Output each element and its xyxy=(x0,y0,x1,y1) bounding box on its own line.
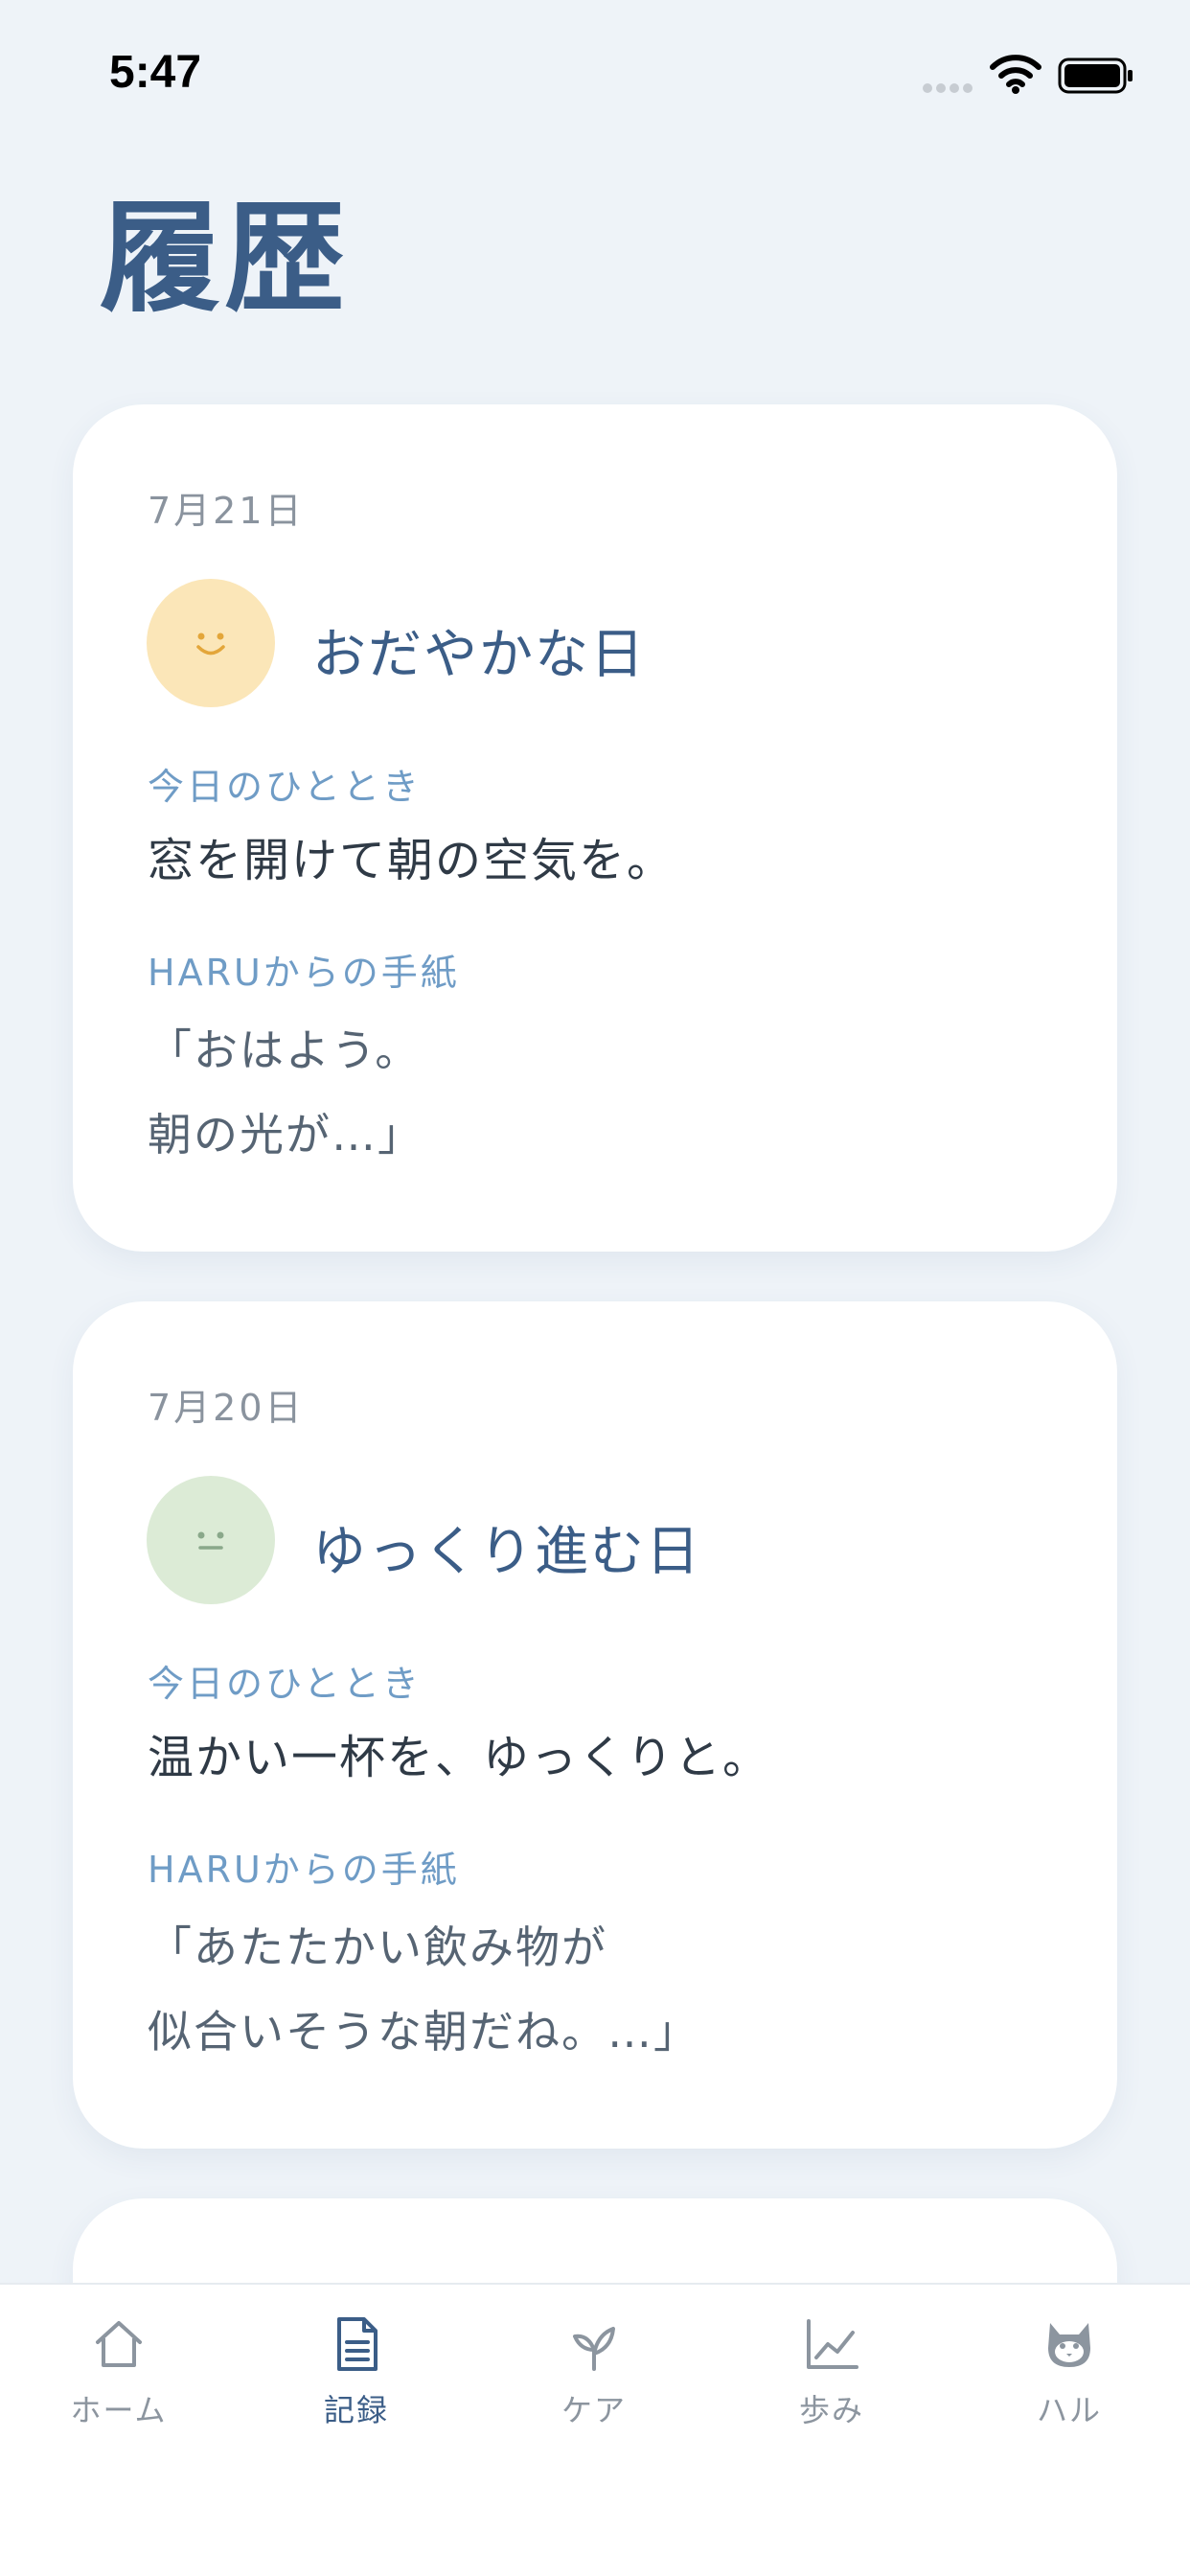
chart-line-icon xyxy=(807,2319,858,2369)
tab-bar: ホーム 記録 ケア 歩み ハル xyxy=(0,2283,1190,2576)
tab-haru[interactable]: ハル xyxy=(993,2315,1146,2440)
letter-line: 「あたたかい飲み物が xyxy=(148,1921,607,1973)
tab-label: ケア xyxy=(561,2392,627,2428)
moment-label: 今日のひととき xyxy=(148,766,422,808)
smile-face-icon xyxy=(196,632,225,656)
mood-badge xyxy=(147,579,275,707)
history-entry-card[interactable]: 7月21日 おだやかな日 今日のひととき 窓を開けて朝の空気を。 HARUからの… xyxy=(73,404,1117,1252)
mood-title: おだやかな日 xyxy=(312,624,646,686)
tab-label: ホーム xyxy=(70,2392,168,2428)
letter-label: HARUからの手紙 xyxy=(148,952,460,994)
letter-line: 似合いそうな朝だね。…」 xyxy=(148,2006,699,2058)
letter-line: 「おはよう。 xyxy=(148,1024,422,1076)
tab-label: ハル xyxy=(1036,2392,1102,2428)
tab-label: 記録 xyxy=(323,2392,389,2428)
tab-records[interactable]: 記録 xyxy=(280,2315,433,2440)
tab-label: 歩み xyxy=(798,2392,864,2428)
page-title: 履歴 xyxy=(100,188,349,329)
tab-steps[interactable]: 歩み xyxy=(755,2315,908,2440)
wifi-icon xyxy=(990,55,1041,94)
letter-text: 「あたたかい飲み物が 似合いそうな朝だね。…」 xyxy=(148,1905,699,2074)
moment-text: 温かい一杯を、ゆっくりと。 xyxy=(148,1731,771,1784)
status-bar: 5:47 xyxy=(0,0,1190,144)
tab-care[interactable]: ケア xyxy=(517,2315,671,2440)
entry-date: 7月21日 xyxy=(148,490,305,532)
letter-label: HARUからの手紙 xyxy=(148,1849,460,1891)
history-screen: 5:47 履歴 7月21日 おだやかな日 今日のひととき 窓を開けて朝の空気を。… xyxy=(0,0,1190,2576)
tab-home[interactable]: ホーム xyxy=(42,2315,195,2440)
home-icon xyxy=(96,2321,142,2367)
document-icon xyxy=(337,2317,378,2371)
entry-date: 7月20日 xyxy=(148,1387,305,1429)
status-time: 5:47 xyxy=(109,47,202,98)
mood-badge xyxy=(147,1476,275,1604)
cellular-signal-icon xyxy=(923,83,973,93)
cat-face-icon xyxy=(1048,2323,1090,2367)
battery-icon xyxy=(1058,58,1133,94)
sprout-icon xyxy=(573,2327,615,2371)
moment-label: 今日のひととき xyxy=(148,1663,422,1705)
mood-title: ゆっくり進む日 xyxy=(312,1521,701,1583)
letter-text: 「おはよう。 朝の光が…」 xyxy=(148,1008,423,1177)
neutral-face-icon xyxy=(197,1531,224,1550)
history-entry-card[interactable]: 7月20日 ゆっくり進む日 今日のひととき 温かい一杯を、ゆっくりと。 HARU… xyxy=(73,1301,1117,2149)
letter-line: 朝の光が…」 xyxy=(148,1109,423,1161)
moment-text: 窓を開けて朝の空気を。 xyxy=(148,834,675,887)
